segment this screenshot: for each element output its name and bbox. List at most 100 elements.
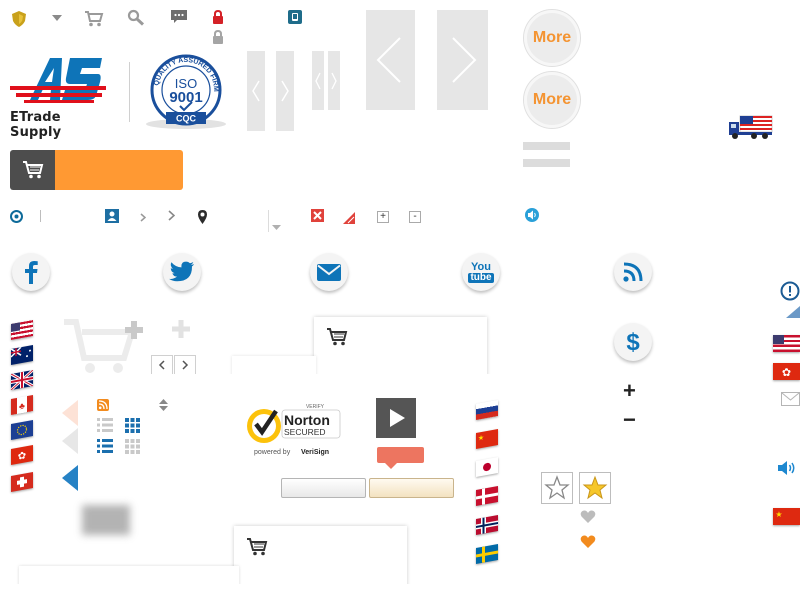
flag-us-right-icon[interactable] [773,335,800,352]
info-icon[interactable] [780,281,800,306]
carousel-next-button-mini[interactable] [328,51,340,110]
dollar-button[interactable]: $ [614,323,652,361]
shield-icon [10,10,28,33]
carousel-prev-button-small[interactable] [247,51,265,131]
bottom-white-band [0,584,800,608]
norton-brand: Norton [284,412,330,428]
mail-icon-right[interactable] [781,392,800,411]
norton-verisign: VeriSign [301,449,329,456]
flag-eu-icon[interactable] [11,420,33,440]
list-view-icon-light[interactable] [97,418,113,437]
dollar-icon: $ [626,329,640,355]
svg-text:✿: ✿ [782,367,791,379]
speaker-icon[interactable] [778,460,797,481]
corner-triangle-icon [343,211,355,229]
flag-uk-icon[interactable] [11,370,33,390]
select-arrow-icon[interactable] [272,218,281,236]
list-view-icon-dark[interactable] [97,439,113,458]
cart-icon-dark [326,328,348,351]
zoom-in-button[interactable]: + [623,379,636,403]
norton-powered: powered by [254,449,291,456]
plus-icon-light [172,320,190,343]
flag-canada-icon[interactable]: ♣ [11,395,33,415]
email-icon [317,263,341,281]
mini-cart-panel-1 [314,317,487,377]
flag-hongkong-icon[interactable]: ✿ [11,445,33,465]
company-logo[interactable]: ETrade Supply [10,56,114,140]
carousel-next-button-small[interactable] [276,51,294,131]
flag-switzerland-icon[interactable] [11,472,33,492]
heart-gray-icon[interactable] [580,510,596,529]
cart-icon[interactable] [84,10,104,32]
play-button[interactable] [376,398,416,438]
rss-icon [623,262,643,282]
arrow-left-tab-gray[interactable] [62,428,78,459]
gray-button[interactable] [281,478,366,498]
cart-icon-white [22,161,44,184]
youtube-icon: You tube [468,261,494,283]
sort-icon[interactable] [159,398,168,416]
mobile-icon[interactable] [288,10,302,29]
chevron-right-icon-small [140,209,147,227]
grid-view-icon-dark[interactable] [125,418,140,438]
logo-divider [129,62,130,122]
carousel-prev-button-mini[interactable] [312,51,324,110]
star-filled-button[interactable] [579,472,611,504]
email-button[interactable] [310,253,348,291]
flag-australia-icon[interactable] [11,345,33,365]
rss-button[interactable] [614,253,652,291]
blurred-shadow [82,505,130,535]
more-button-1[interactable]: More [524,10,580,66]
facebook-button[interactable] [12,253,50,291]
corner-fold-icon [784,305,800,323]
norton-secured-seal[interactable]: VERIFY Norton SECURED powered by VeriSig… [246,402,342,458]
cream-button[interactable] [369,478,454,498]
plus-button[interactable]: + [377,211,389,223]
user-icon[interactable] [105,209,119,228]
map-pin-icon [197,209,208,230]
close-icon[interactable] [311,209,324,227]
cart-watermark-icon [62,318,144,381]
mini-cart-panel-2 [234,526,407,588]
grid-view-icon-light[interactable] [125,439,140,459]
minus-button[interactable]: - [409,211,421,223]
youtube-tube: tube [468,271,494,283]
lock-icon-red [212,9,224,29]
menu-bar-2 [523,159,570,167]
add-to-cart-button[interactable] [10,150,183,190]
chat-icon[interactable] [171,10,187,29]
heart-orange-icon[interactable] [580,535,596,554]
zoom-out-button[interactable]: − [623,408,636,432]
us-shipping-truck-icon [728,114,774,145]
svg-text:$: $ [626,329,640,355]
svg-text:★: ★ [478,434,484,443]
flag-china-right-icon[interactable]: ★ [773,508,800,525]
company-name: ETrade Supply [10,110,62,140]
cart-icon-dark-2 [246,538,268,561]
svg-text:♣: ♣ [19,401,25,412]
norton-verify: VERIFY [306,404,325,410]
chevron-right-icon [168,208,176,226]
search-icon[interactable] [127,9,145,31]
carousel-prev-button-large[interactable] [366,10,415,110]
arrow-left-tab-blue[interactable] [62,465,78,496]
pager-next-button[interactable] [174,355,196,375]
pager-prev-button[interactable] [151,355,173,375]
lock-icon-gray [212,29,224,49]
flag-us-icon[interactable] [11,320,33,340]
flag-hongkong-right-icon[interactable]: ✿ [773,363,800,380]
svg-text:★: ★ [775,510,782,519]
twitter-button[interactable] [163,253,201,291]
speaker-icon-small[interactable] [525,208,539,227]
iso-9001-badge: QUALITY ASSURED FIRM ISO 9001 CQC [140,52,232,132]
arrow-left-tab-peach[interactable] [62,400,78,431]
menu-bar-1 [523,142,570,150]
more-button-2[interactable]: More [524,72,580,128]
carousel-next-button-large[interactable] [437,10,488,110]
rss-small-icon[interactable] [97,398,109,416]
youtube-button[interactable]: You tube [462,253,500,291]
star-empty-button[interactable] [541,472,573,504]
separator [40,210,41,222]
dropdown-arrow-icon[interactable] [52,10,62,28]
radio-icon[interactable] [10,210,23,228]
